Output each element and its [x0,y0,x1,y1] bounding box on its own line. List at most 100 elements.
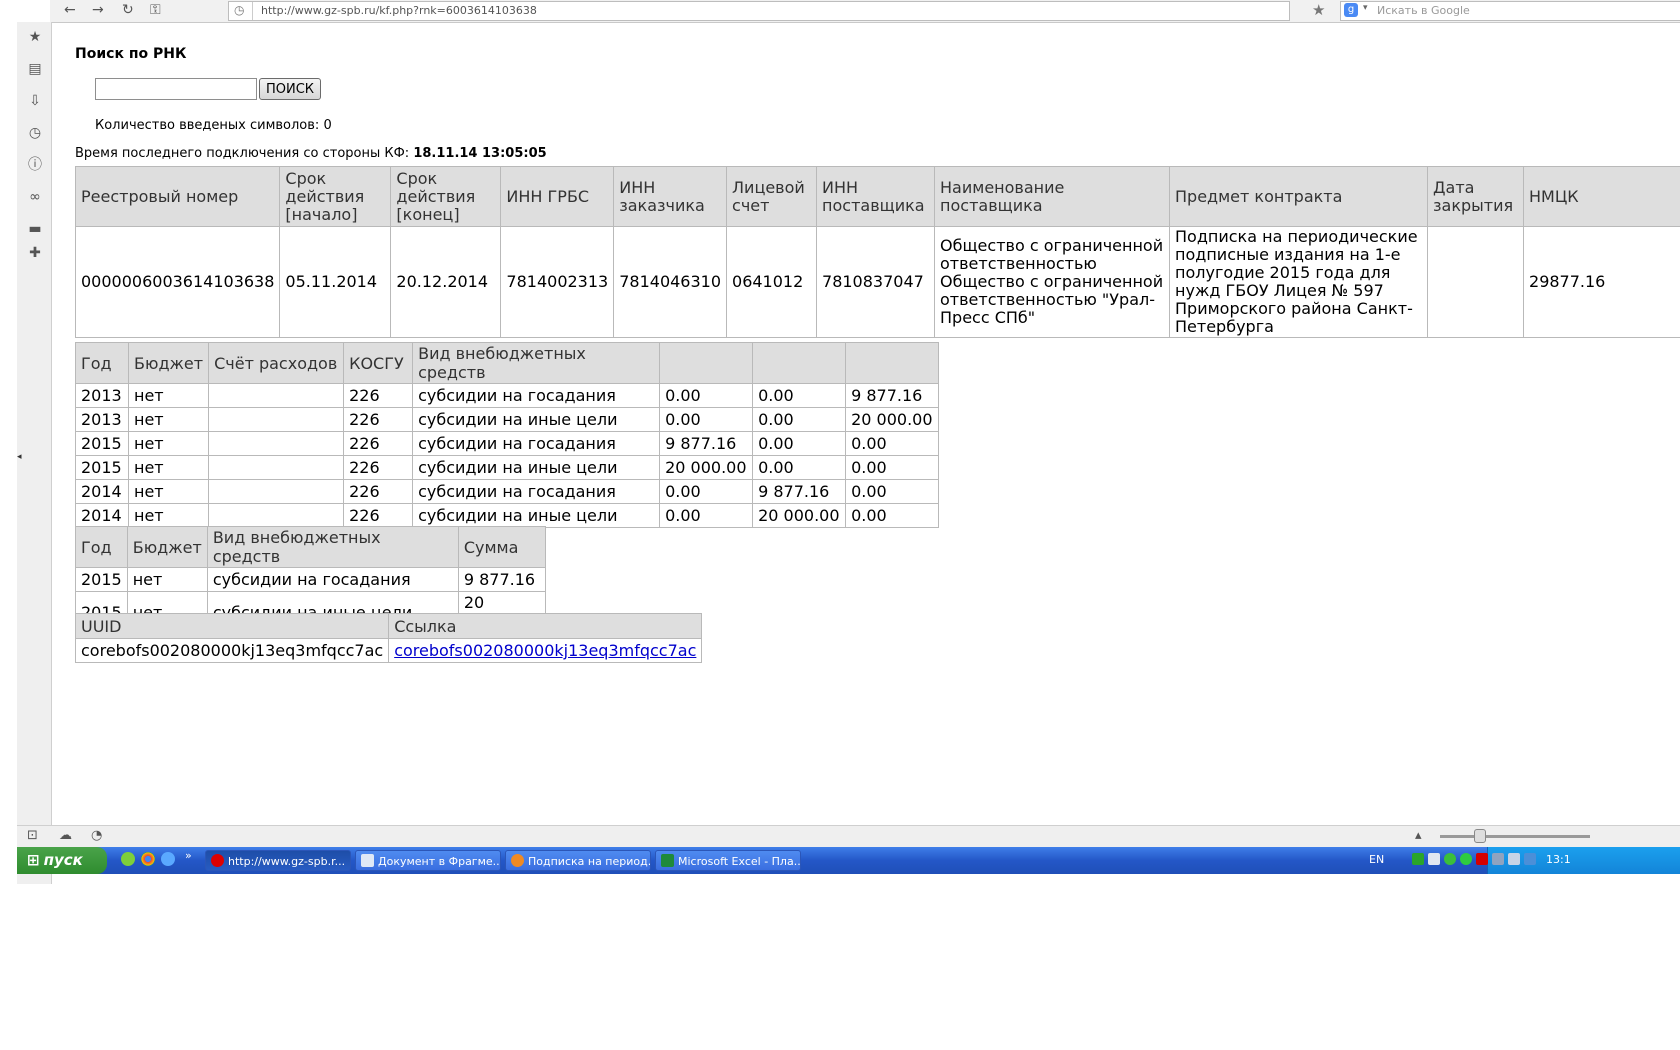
cell-kosgu: 226 [343,455,414,480]
header-account: Лицевой счет [726,166,818,227]
back-arrow-icon[interactable]: ← [64,1,76,19]
table-row: 0000006003614103638 05.11.2014 20.12.201… [74,226,1680,338]
reload-icon[interactable]: ↻ [122,1,134,19]
zoom-slider-track[interactable] [1440,835,1590,838]
uuid-link[interactable]: corebofs002080000kj13eq3mfqcc7ac [394,641,696,660]
search-button[interactable]: ПОИСК [259,78,321,100]
table-row: 2013 нет 226 субсидии на госадания 0.00 … [75,383,940,408]
task-firefox[interactable]: Подписка на период... [505,850,651,871]
tray-k-icon[interactable] [1476,853,1488,865]
cell-account: 0641012 [726,226,818,338]
cell-end-date: 20.12.2014 [390,226,502,338]
cell-nmck: 29877.16 [1523,226,1680,338]
web-search-box[interactable]: g ▾ Искать в Google [1340,1,1680,21]
uuid-table: UUID Ссылка corebofs002080000kj13eq3mfqc… [74,613,703,663]
last-connection-value: 18.11.14 13:05:05 [413,146,547,161]
tray-monitor-icon[interactable] [1524,853,1536,865]
cell-amount-2: 9 877.16 [752,479,847,504]
task-label: Microsoft Excel - Пла... [678,855,801,868]
header-col-8 [845,342,940,384]
google-logo-icon[interactable]: g [1344,3,1358,17]
star-icon[interactable]: ★ [26,28,44,46]
header-inn-grbs: ИНН ГРБС [500,166,615,227]
scroll-up-icon[interactable]: ▴ [1415,828,1422,843]
download-icon[interactable]: ⇩ [26,92,44,110]
tray-circle-icon[interactable] [1460,853,1472,865]
task-label: Документ в Фрагме... [378,855,501,868]
header-sum: Сумма [457,526,546,568]
cell-amount-2: 0.00 [752,455,847,480]
cell-amount-1: 20 000.00 [659,455,754,480]
cell-budget: нет [127,503,210,528]
bookmark-star-icon[interactable]: ★ [1312,1,1325,19]
header-year: Год [75,526,128,568]
speed-dial-icon[interactable]: ◔ [91,828,102,843]
cell-amount-3: 0.00 [845,479,940,504]
cell-amount-1: 0.00 [659,383,754,408]
collapse-arrow-icon[interactable]: ◂ [17,452,22,462]
windows-taskbar: ⊞ пуск » http://www.gz-spb.r... Документ … [17,847,1680,874]
zoom-slider-knob[interactable] [1474,829,1486,843]
cell-expense-account [208,479,345,504]
info-icon[interactable]: ⓘ [26,156,44,174]
note-icon[interactable]: ▤ [26,60,44,78]
start-button[interactable]: ⊞ пуск [17,847,107,874]
header-registry-number: Реестровый номер [74,166,281,227]
header-nmck: НМЦК [1523,166,1680,227]
cell-supplier-name: Общество с ограниченной ответственностью… [934,226,1171,338]
cell-contract-subject: Подписка на периодические подписные изда… [1169,226,1429,338]
cell-amount-3: 0.00 [845,455,940,480]
page-title: Поиск по РНК [75,46,187,62]
header-contract-subject: Предмет контракта [1169,166,1429,227]
history-icon[interactable]: ◷ [26,124,44,142]
panel-toggle-icon[interactable]: ⊡ [27,828,38,843]
language-indicator[interactable]: EN [1369,853,1384,866]
firefox-icon [511,854,524,867]
tray-clover-icon[interactable] [1444,853,1456,865]
cell-funds-type: субсидии на иные цели [412,503,661,528]
cloud-icon[interactable]: ☁ [59,828,72,843]
more-quicklaunch-icon[interactable]: » [185,849,192,862]
ie-icon[interactable] [161,852,175,866]
cell-expense-account [208,407,345,432]
cell-funds-type: субсидии на госадания [412,479,661,504]
panel-icon[interactable]: ▬ [26,220,44,238]
forward-arrow-icon[interactable]: → [92,1,104,19]
cell-expense-account [208,431,345,456]
tray-network-icon[interactable] [1492,853,1504,865]
funding-table: Год Бюджет Счёт расходов КОСГУ Вид внебю… [75,342,940,528]
contract-table-header: Реестровый номер Срок действия [начало] … [74,166,1680,227]
plus-icon[interactable]: ✚ [26,244,44,262]
cell-kosgu: 226 [343,479,414,504]
rnk-search-input[interactable] [95,78,257,100]
address-bar[interactable]: ◷ http://www.gz-spb.ru/kf.php?rnk=600361… [228,1,1290,21]
header-uuid: UUID [74,613,390,639]
header-start-date: Срок действия [начало] [279,166,392,227]
header-link: Ссылка [388,613,703,639]
tray-clock: 13:1 [1546,853,1571,866]
key-icon[interactable]: ⚿ [150,1,161,19]
cell-funds-type: субсидии на госадания [206,567,459,592]
tray-green-a-icon[interactable] [1412,853,1424,865]
header-expense-account: Счёт расходов [208,342,345,384]
link-icon[interactable]: ∞ [26,188,44,206]
quicklaunch-green-icon[interactable] [121,852,135,866]
site-info-icon[interactable]: ◷ [234,3,244,17]
task-opera[interactable]: http://www.gz-spb.r... [205,850,351,871]
task-excel[interactable]: Microsoft Excel - Пла... [655,850,801,871]
table-row: 2015 нет субсидии на госадания 9 877.16 [75,567,546,592]
chrome-icon[interactable] [141,852,155,866]
cell-amount-2: 0.00 [752,407,847,432]
table-row: corebofs002080000kj13eq3mfqcc7ac corebof… [74,638,703,663]
header-year: Год [75,342,129,384]
tray-j-icon[interactable] [1428,853,1440,865]
search-engine-dropdown-icon[interactable]: ▾ [1363,3,1368,13]
document-icon [361,854,374,867]
cell-budget: нет [127,407,210,432]
cell-budget: нет [127,479,210,504]
funding-table-header: Год Бюджет Счёт расходов КОСГУ Вид внебю… [75,342,940,384]
tray-volume-icon[interactable] [1508,853,1520,865]
cell-link: corebofs002080000kj13eq3mfqcc7ac [388,638,703,663]
task-document[interactable]: Документ в Фрагме... [355,850,501,871]
cell-year: 2014 [75,503,129,528]
